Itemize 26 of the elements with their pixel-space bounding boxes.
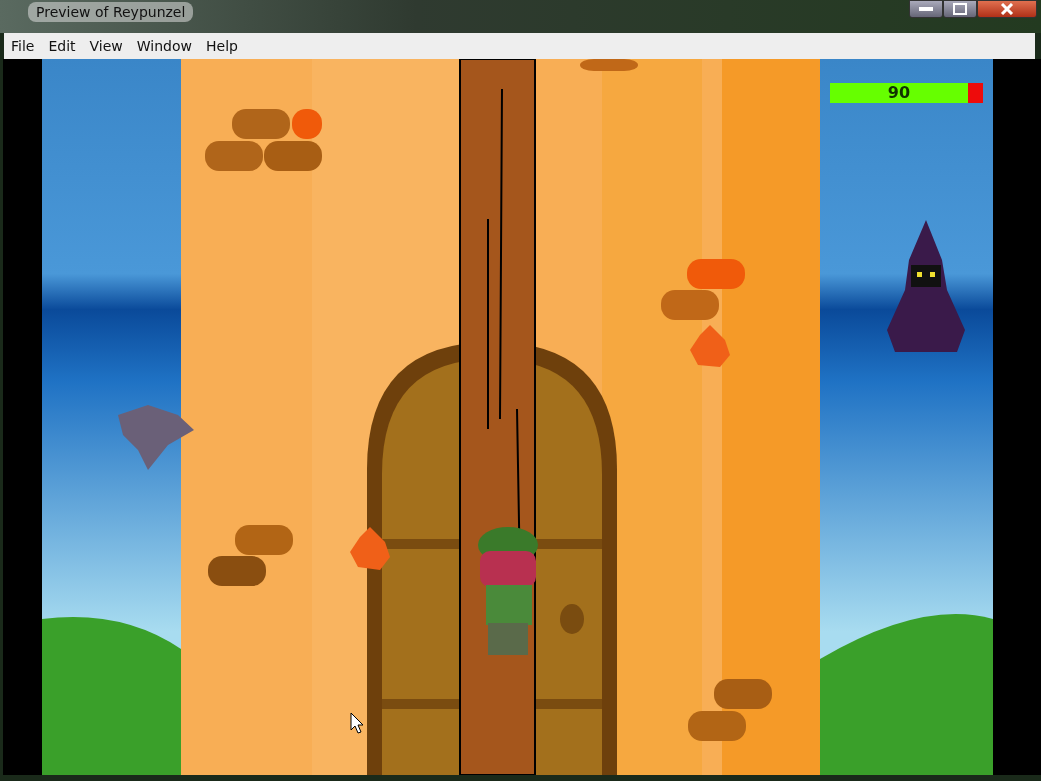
close-button[interactable] bbox=[977, 0, 1037, 18]
maximize-icon bbox=[953, 3, 967, 15]
menu-item[interactable]: Edit bbox=[41, 38, 83, 54]
brick-drawing bbox=[714, 679, 772, 709]
minimize-button[interactable] bbox=[909, 0, 943, 18]
fireball-drawing bbox=[690, 325, 730, 367]
brick-drawing bbox=[235, 525, 293, 555]
brick-drawing bbox=[208, 556, 266, 586]
mouse-cursor-icon bbox=[350, 712, 364, 734]
menu-item[interactable]: Help bbox=[199, 38, 245, 54]
fireball-drawing bbox=[350, 527, 390, 570]
menu-item[interactable]: Window bbox=[129, 38, 199, 54]
health-value: 90 bbox=[886, 83, 912, 103]
brick-drawing bbox=[232, 109, 290, 139]
maximize-button[interactable] bbox=[943, 0, 977, 18]
brick-drawing bbox=[580, 59, 638, 71]
brick-drawing bbox=[687, 259, 745, 289]
brick-drawing bbox=[661, 290, 719, 320]
brick-drawing bbox=[205, 141, 263, 171]
window-title: Preview of Reypunzel bbox=[28, 2, 194, 22]
close-icon bbox=[1000, 3, 1014, 15]
menu-item[interactable]: File bbox=[4, 38, 42, 54]
brick-drawing bbox=[264, 141, 322, 171]
brick-drawing bbox=[688, 711, 746, 741]
menu-item[interactable]: View bbox=[82, 38, 130, 54]
minimize-icon bbox=[919, 6, 933, 12]
